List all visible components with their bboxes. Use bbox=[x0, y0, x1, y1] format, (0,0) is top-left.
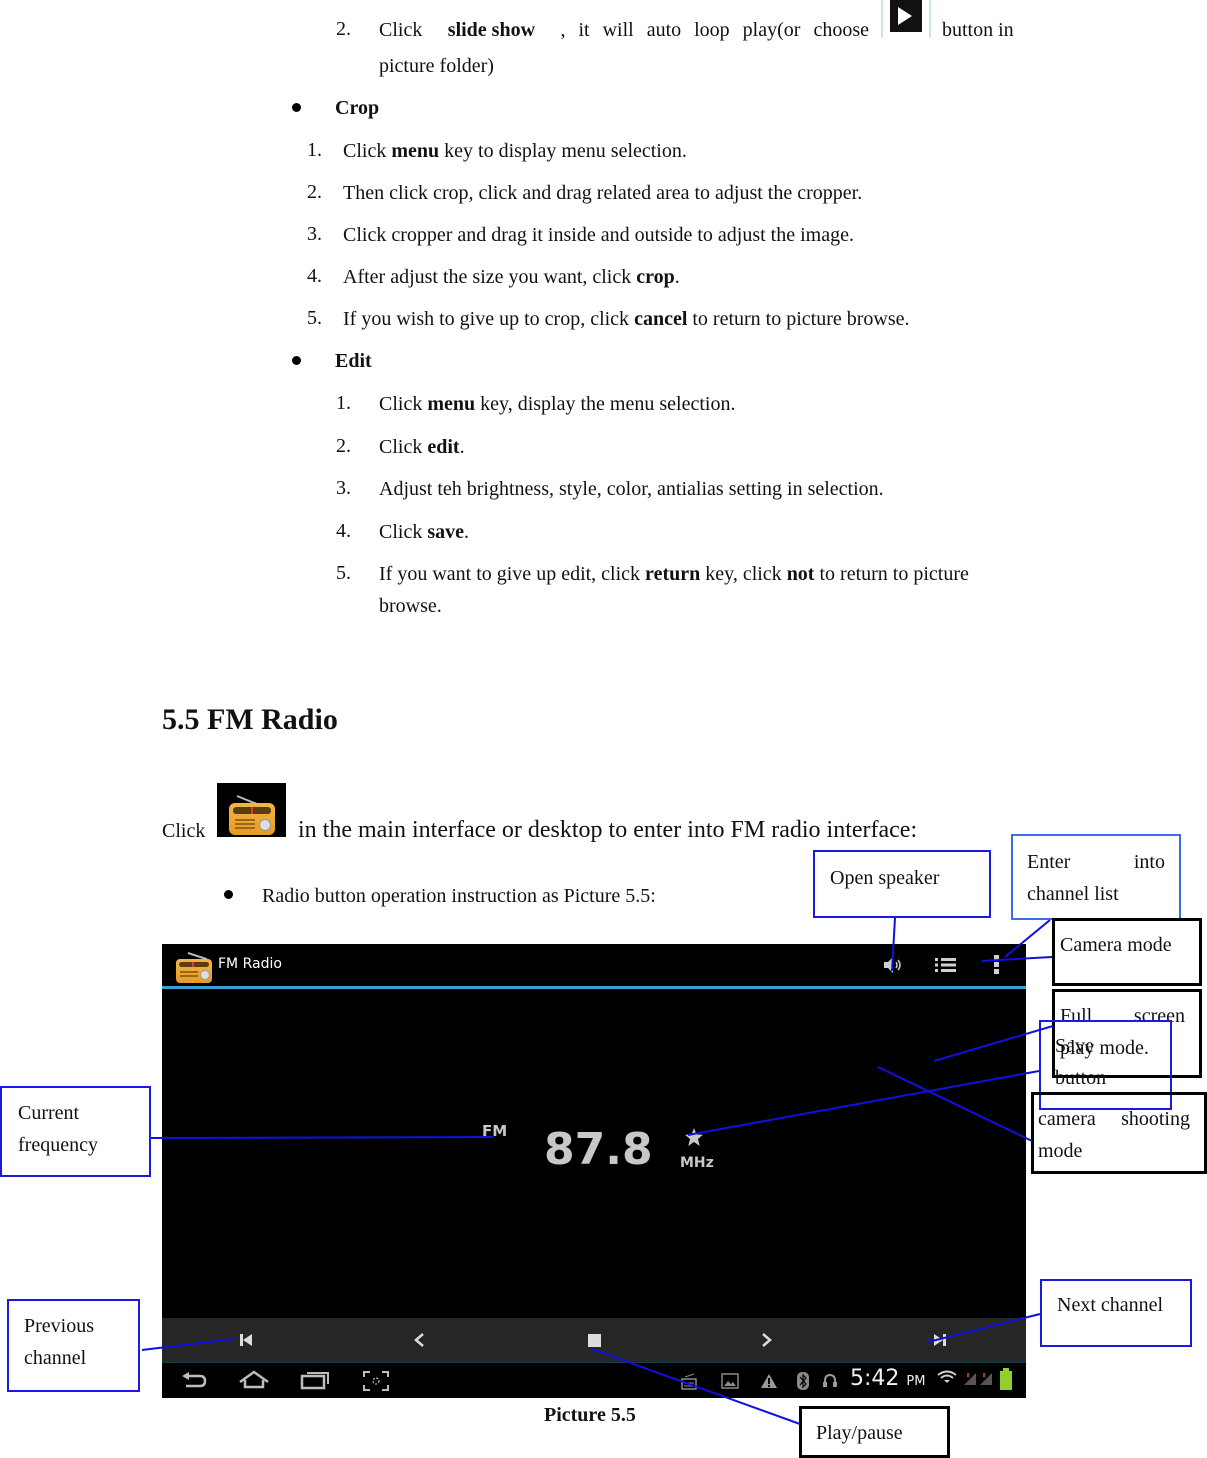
step-text: Then click crop, click and drag related … bbox=[343, 182, 863, 204]
step-number: 5. bbox=[307, 307, 322, 329]
step-text-line2: picture folder) bbox=[379, 55, 494, 77]
seek-forward-icon[interactable] bbox=[761, 1332, 773, 1348]
step-text: Click cropper and drag it inside and out… bbox=[343, 224, 854, 246]
callout-channel-list: Enter into channel list bbox=[1011, 834, 1181, 920]
callout-previous-channel: Previous channel bbox=[7, 1299, 140, 1392]
step-number: 3. bbox=[307, 223, 322, 245]
step-text: Click save. bbox=[379, 520, 470, 543]
callout-camera-mode: Camera mode bbox=[1052, 918, 1202, 986]
step-number: 5. bbox=[336, 562, 351, 584]
step-text: Click edit. bbox=[379, 435, 465, 458]
signal-icon bbox=[964, 1373, 992, 1385]
bluetooth-icon bbox=[797, 1372, 809, 1390]
recent-apps-icon[interactable] bbox=[300, 1370, 330, 1390]
bullet bbox=[292, 103, 301, 112]
speaker-icon[interactable] bbox=[882, 956, 904, 974]
status-clock: 5:42 PM bbox=[850, 1366, 926, 1391]
screenshot-icon[interactable] bbox=[362, 1370, 390, 1392]
fm-radio-app-icon bbox=[217, 783, 286, 837]
band-label: FM bbox=[482, 1122, 508, 1140]
step-number: 4. bbox=[336, 519, 351, 542]
warning-icon bbox=[761, 1374, 777, 1388]
frequency-unit: MHz bbox=[680, 1155, 714, 1171]
step-number: 1. bbox=[307, 139, 322, 161]
step-number: 2. bbox=[307, 181, 322, 203]
step-number: 4. bbox=[307, 265, 322, 287]
control-bar bbox=[162, 1318, 1026, 1363]
play-button-icon bbox=[881, 0, 931, 38]
fm-radio-app-icon bbox=[174, 949, 214, 983]
channel-list-icon[interactable] bbox=[935, 957, 957, 973]
step-text: Click slide show , it will auto loop pla… bbox=[379, 19, 869, 41]
gallery-notification-icon bbox=[721, 1373, 739, 1389]
callout-camera-shooting: camera shooting mode bbox=[1031, 1092, 1207, 1174]
callout-play-pause: Play/pause bbox=[799, 1406, 950, 1458]
bullet bbox=[292, 356, 301, 365]
step-number: 1. bbox=[336, 392, 351, 414]
overflow-menu-icon[interactable] bbox=[993, 955, 1001, 975]
previous-channel-icon[interactable] bbox=[239, 1333, 253, 1347]
callout-current-frequency: Current frequency bbox=[0, 1086, 151, 1177]
step-number: 3. bbox=[336, 477, 351, 499]
app-title: FM Radio bbox=[218, 956, 282, 972]
fm-radio-screenshot: FM Radio FM 87.8 MHz 5:42 PM bbox=[162, 944, 1026, 1398]
back-icon[interactable] bbox=[182, 1372, 208, 1390]
stop-play-icon[interactable] bbox=[588, 1334, 601, 1347]
step-number: 2. bbox=[336, 434, 351, 457]
edit-heading: Edit bbox=[335, 350, 372, 372]
action-bar-divider bbox=[162, 986, 1026, 989]
system-nav-bar: 5:42 PM bbox=[162, 1364, 1026, 1398]
bullet bbox=[224, 890, 233, 899]
wifi-icon bbox=[937, 1370, 957, 1383]
section-title: 5.5 FM Radio bbox=[162, 703, 338, 736]
radio-notification-icon bbox=[681, 1373, 697, 1390]
step-text-cont: button in bbox=[942, 19, 1014, 41]
intro-text: in the main interface or desktop to ente… bbox=[298, 817, 918, 843]
frequency-value: 87.8 bbox=[544, 1124, 653, 1175]
home-icon[interactable] bbox=[238, 1370, 270, 1390]
radio-bullet-text: Radio button operation instruction as Pi… bbox=[262, 885, 656, 907]
favorite-star-icon[interactable] bbox=[683, 1127, 705, 1147]
step-text: Adjust teh brightness, style, color, ant… bbox=[379, 478, 884, 500]
action-bar: FM Radio bbox=[162, 944, 1026, 989]
step-text: If you want to give up edit, click retur… bbox=[379, 563, 969, 585]
callout-next-channel: Next channel bbox=[1040, 1279, 1192, 1347]
callout-open-speaker: Open speaker bbox=[813, 850, 991, 918]
step-text: Click menu key to display menu selection… bbox=[343, 140, 687, 162]
step-text-line2: browse. bbox=[379, 595, 442, 617]
battery-icon bbox=[1000, 1368, 1012, 1390]
crop-heading: Crop bbox=[335, 97, 380, 119]
step-text: After adjust the size you want, click cr… bbox=[343, 266, 680, 288]
step-text: If you wish to give up to crop, click ca… bbox=[343, 308, 910, 330]
headset-icon bbox=[823, 1373, 837, 1387]
step-text: Click menu key, display the menu selecti… bbox=[379, 393, 736, 415]
step-number: 2. bbox=[336, 18, 351, 40]
intro-click: Click bbox=[162, 820, 206, 842]
figure-caption: Picture 5.5 bbox=[544, 1404, 636, 1426]
seek-back-icon[interactable] bbox=[413, 1332, 425, 1348]
next-channel-icon[interactable] bbox=[933, 1333, 947, 1347]
